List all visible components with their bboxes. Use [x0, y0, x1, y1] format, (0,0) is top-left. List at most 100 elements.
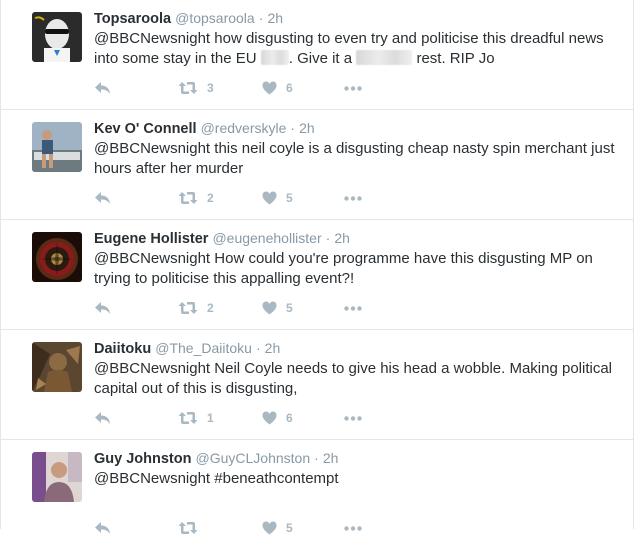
tweet-actions: 2 5 — [94, 188, 374, 208]
like-button[interactable]: 5 — [262, 188, 293, 208]
tweet-header: Eugene Hollister @eugenehollister · 2h — [94, 230, 350, 248]
retweet-icon — [178, 412, 198, 424]
tweet-text-part: . Give it a — [288, 50, 357, 67]
like-button[interactable]: 6 — [262, 78, 293, 98]
tweet-text: @BBCNewsnight Neil Coyle needs to give h… — [94, 359, 624, 399]
retweet-count: 2 — [207, 191, 214, 205]
retweet-icon — [178, 522, 198, 534]
display-name[interactable]: Eugene Hollister — [94, 231, 208, 247]
reply-button[interactable] — [94, 408, 111, 428]
tweet-actions: 1 6 — [94, 408, 374, 428]
display-name[interactable]: Guy Johnston — [94, 451, 191, 467]
reply-button[interactable] — [94, 298, 111, 318]
tweet-header: Topsaroola @topsaroola · 2h — [94, 10, 283, 28]
avatar[interactable] — [32, 342, 82, 392]
more-button[interactable] — [344, 298, 362, 318]
separator: · — [258, 10, 264, 26]
like-button[interactable]: 5 — [262, 518, 293, 538]
redacted-word — [260, 50, 289, 65]
redacted-word — [356, 50, 413, 65]
tweet-text: @BBCNewsnight #beneathcontempt — [94, 469, 624, 489]
mention[interactable]: @BBCNewsnight — [94, 250, 210, 267]
tweet-header: Daiitoku @The_Daiitoku · 2h — [94, 340, 280, 358]
reply-icon — [95, 82, 110, 94]
timestamp[interactable]: 2h — [267, 10, 283, 26]
retweet-button[interactable]: 1 — [178, 408, 214, 428]
timestamp[interactable]: 2h — [334, 230, 350, 246]
like-count: 6 — [286, 411, 293, 425]
timestamp[interactable]: 2h — [265, 340, 281, 356]
retweet-button[interactable] — [178, 518, 207, 538]
tweet-actions: 2 5 — [94, 298, 374, 318]
mention[interactable]: @BBCNewsnight — [94, 470, 210, 487]
tweet-text-part: rest. RIP Jo — [412, 50, 495, 67]
like-count: 5 — [286, 191, 293, 205]
retweet-icon — [178, 192, 198, 204]
tweet-feed: Topsaroola @topsaroola · 2h @BBCNewsnigh… — [0, 0, 634, 535]
heart-icon — [262, 411, 277, 425]
mention[interactable]: @BBCNewsnight — [94, 360, 210, 377]
username[interactable]: @GuyCLJohnston — [196, 450, 311, 466]
mention[interactable]: @BBCNewsnight — [94, 30, 210, 47]
heart-icon — [262, 191, 277, 205]
username[interactable]: @The_Daiitoku — [155, 340, 252, 356]
tweet[interactable]: Eugene Hollister @eugenehollister · 2h @… — [1, 220, 633, 330]
reply-button[interactable] — [94, 518, 111, 538]
tweet-text: @BBCNewsnight How could you're programme… — [94, 249, 624, 289]
tweet-header: Kev O' Connell @redverskyle · 2h — [94, 120, 315, 138]
more-button[interactable] — [344, 518, 362, 538]
separator: · — [255, 340, 261, 356]
retweet-count: 1 — [207, 411, 214, 425]
like-button[interactable]: 6 — [262, 408, 293, 428]
avatar[interactable] — [32, 12, 82, 62]
more-icon — [344, 525, 362, 531]
timestamp[interactable]: 2h — [299, 120, 315, 136]
more-icon — [344, 195, 362, 201]
tweet[interactable]: Guy Johnston @GuyCLJohnston · 2h @BBCNew… — [1, 440, 633, 535]
tweet-text: @BBCNewsnight how disgusting to even try… — [94, 29, 624, 69]
like-button[interactable]: 5 — [262, 298, 293, 318]
reply-icon — [95, 522, 110, 534]
like-count: 5 — [286, 301, 293, 315]
retweet-button[interactable]: 2 — [178, 188, 214, 208]
like-count: 5 — [286, 521, 293, 535]
reply-icon — [95, 412, 110, 424]
more-icon — [344, 85, 362, 91]
retweet-count: 3 — [207, 81, 214, 95]
more-button[interactable] — [344, 408, 362, 428]
username[interactable]: @eugenehollister — [212, 230, 321, 246]
timestamp[interactable]: 2h — [323, 450, 339, 466]
retweet-icon — [178, 82, 198, 94]
like-count: 6 — [286, 81, 293, 95]
more-icon — [344, 415, 362, 421]
avatar[interactable] — [32, 452, 82, 502]
display-name[interactable]: Topsaroola — [94, 11, 171, 27]
retweet-icon — [178, 302, 198, 314]
mention[interactable]: @BBCNewsnight — [94, 140, 210, 157]
more-button[interactable] — [344, 78, 362, 98]
retweet-button[interactable]: 3 — [178, 78, 214, 98]
retweet-count: 2 — [207, 301, 214, 315]
avatar[interactable] — [32, 122, 82, 172]
retweet-button[interactable]: 2 — [178, 298, 214, 318]
tweet-text-part: #beneathcontempt — [210, 470, 339, 487]
tweet[interactable]: Kev O' Connell @redverskyle · 2h @BBCNew… — [1, 110, 633, 220]
reply-button[interactable] — [94, 78, 111, 98]
heart-icon — [262, 521, 277, 535]
display-name[interactable]: Kev O' Connell — [94, 121, 197, 137]
more-button[interactable] — [344, 188, 362, 208]
username[interactable]: @topsaroola — [175, 10, 255, 26]
separator: · — [325, 230, 331, 246]
reply-button[interactable] — [94, 188, 111, 208]
tweet-actions: 3 6 — [94, 78, 374, 98]
more-icon — [344, 305, 362, 311]
tweet[interactable]: Daiitoku @The_Daiitoku · 2h @BBCNewsnigh… — [1, 330, 633, 440]
tweet-text: @BBCNewsnight this neil coyle is a disgu… — [94, 139, 624, 179]
tweet-header: Guy Johnston @GuyCLJohnston · 2h — [94, 450, 338, 468]
display-name[interactable]: Daiitoku — [94, 341, 151, 357]
tweet[interactable]: Topsaroola @topsaroola · 2h @BBCNewsnigh… — [1, 0, 633, 110]
avatar[interactable] — [32, 232, 82, 282]
reply-icon — [95, 302, 110, 314]
tweet-actions: 5 — [94, 518, 374, 538]
username[interactable]: @redverskyle — [201, 120, 287, 136]
